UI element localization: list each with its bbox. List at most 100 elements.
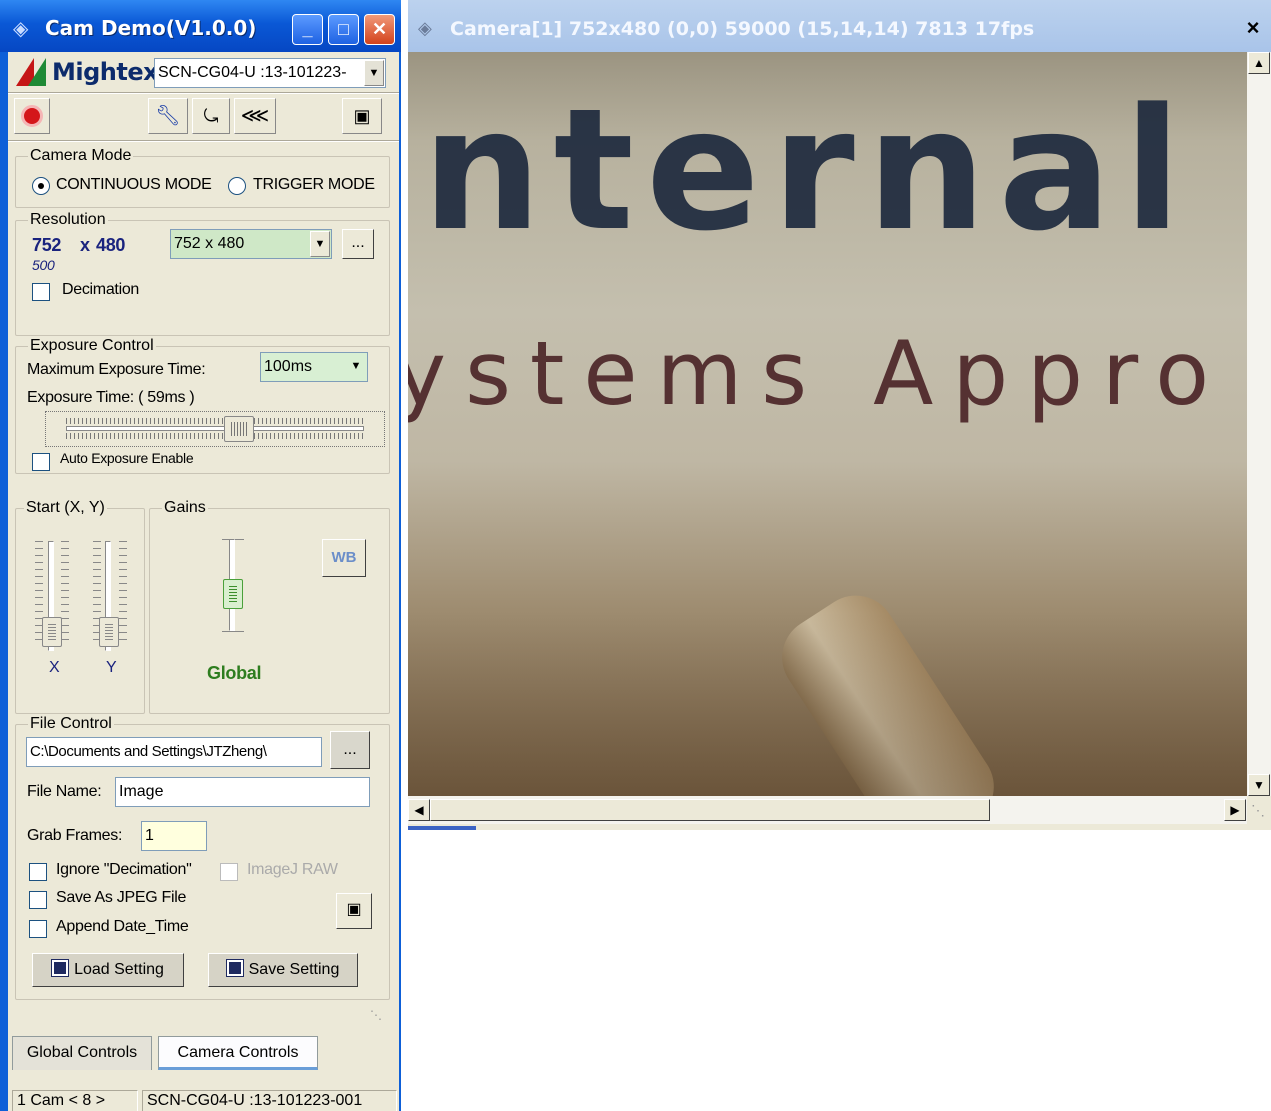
tab-global-controls[interactable]: Global Controls [12, 1036, 152, 1070]
file-control-group: File Control C:\Documents and Settings\J… [15, 715, 390, 1000]
control-window: ◈ Cam Demo(V1.0.0) _ □ ✕ Mightex SCN-CG0… [0, 0, 401, 1111]
chevron-down-icon[interactable]: ▼ [346, 354, 366, 380]
resize-grip-icon[interactable]: ⋱ [370, 1008, 382, 1022]
scroll-down-icon[interactable]: ▼ [1248, 774, 1270, 796]
image-text-internal: nternal [422, 72, 1194, 268]
wrench-icon: 🔧︎ [155, 105, 181, 127]
settings-tool-button[interactable]: 🔧︎ [148, 98, 188, 134]
max-exposure-value: 100ms [264, 358, 313, 375]
device-select[interactable]: SCN-CG04-U :13-101223- ▼ [154, 58, 386, 88]
camera-app-icon: ◈ [13, 18, 29, 40]
display-tool-button[interactable]: ▣ [342, 98, 382, 134]
tab-bar: Global Controls Camera Controls [12, 1036, 395, 1070]
resolution-more-button[interactable]: ... [342, 229, 374, 259]
grab-frames-label: Grab Frames: [27, 827, 123, 844]
image-text-systems: ystems Appro [408, 322, 1229, 425]
camera-mode-caption: Camera Mode [28, 147, 134, 165]
exposure-time-label: Exposure Time: ( 59ms ) [27, 389, 195, 406]
camera-window: ◈ Camera[1] 752x480 (0,0) 59000 (15,14,1… [408, 0, 1271, 830]
start-xy-caption: Start (X, Y) [24, 499, 107, 517]
auto-exposure-checkbox[interactable] [32, 453, 50, 471]
start-y-slider[interactable] [99, 617, 119, 647]
grab-frames-field[interactable]: 1 [141, 821, 207, 851]
probe-tool-button[interactable]: ⤿ [192, 98, 230, 134]
decimation-label[interactable]: Decimation [62, 281, 139, 299]
resolution-sub: 500 [32, 257, 55, 273]
vertical-scrollbar[interactable]: ▲ ▼ [1247, 52, 1271, 796]
scroll-up-icon[interactable]: ▲ [1248, 52, 1270, 74]
exposure-caption: Exposure Control [28, 337, 156, 355]
file-name-label: File Name: [27, 783, 102, 800]
resolution-x: x [80, 235, 90, 255]
tree-icon: ⋘ [240, 105, 270, 127]
resize-grip-icon[interactable]: ⋱ [1251, 802, 1265, 819]
maximize-button[interactable]: □ [328, 14, 359, 45]
global-gain-slider[interactable] [223, 579, 243, 609]
camera-window-title: Camera[1] 752x480 (0,0) 59000 (15,14,14)… [450, 18, 1035, 40]
continuous-mode-radio[interactable] [32, 177, 50, 195]
append-date-time-label[interactable]: Append Date_Time [56, 918, 189, 936]
resolution-select[interactable]: 752 x 480 ▼ [170, 229, 332, 259]
start-y-label: Y [106, 659, 117, 676]
camera-live-view[interactable]: nternal ystems Appro [408, 52, 1247, 796]
white-balance-button[interactable]: WB [322, 539, 366, 577]
chevron-down-icon[interactable]: ▼ [310, 231, 330, 257]
resolution-caption: Resolution [28, 211, 108, 229]
ignore-decimation-label[interactable]: Ignore "Decimation" [56, 861, 192, 879]
load-setting-label: Load Setting [74, 961, 164, 978]
save-jpeg-checkbox[interactable] [29, 891, 47, 909]
chevron-down-icon[interactable]: ▼ [364, 60, 384, 86]
save-setting-button[interactable]: Save Setting [208, 953, 358, 987]
trigger-mode-label[interactable]: TRIGGER MODE [253, 176, 375, 194]
horizontal-scrollbar[interactable]: ◀ ▶ [408, 796, 1247, 824]
camera-app-icon: ◈ [418, 18, 432, 38]
save-jpeg-label[interactable]: Save As JPEG File [56, 889, 186, 907]
scroll-left-icon[interactable]: ◀ [408, 799, 430, 821]
save-setting-label: Save Setting [248, 961, 340, 978]
floppy-icon [225, 959, 244, 977]
camera-count-status: 1 Cam < 8 > [12, 1090, 138, 1111]
scroll-right-icon[interactable]: ▶ [1224, 799, 1246, 821]
exposure-slider[interactable] [45, 411, 385, 447]
auto-exposure-label[interactable]: Auto Exposure Enable [60, 450, 194, 466]
resolution-width: 752 [32, 235, 62, 255]
control-panel: Mightex SCN-CG04-U :13-101223- ▼ 🔧︎ ⤿ ⋘ … [8, 52, 399, 1111]
trigger-mode-radio[interactable] [228, 177, 246, 195]
continuous-mode-label[interactable]: CONTINUOUS MODE [56, 176, 212, 194]
close-button[interactable]: ✕ [364, 14, 395, 45]
imagej-raw-checkbox[interactable] [220, 863, 238, 881]
file-control-caption: File Control [28, 715, 114, 733]
resolution-select-value: 752 x 480 [174, 235, 245, 252]
browse-path-button[interactable]: ... [330, 731, 370, 769]
ignore-decimation-checkbox[interactable] [29, 863, 47, 881]
control-window-title: Cam Demo(V1.0.0) [45, 16, 257, 40]
tree-tool-button[interactable]: ⋘ [234, 98, 276, 134]
file-path-field[interactable]: C:\Documents and Settings\JTZheng\ [26, 737, 322, 767]
record-icon [21, 105, 43, 127]
imagej-raw-label: ImageJ RAW [247, 861, 338, 878]
global-gain-label: Global [207, 663, 262, 683]
control-title-bar[interactable]: ◈ Cam Demo(V1.0.0) _ □ ✕ [0, 0, 401, 52]
exposure-slider-thumb[interactable] [224, 416, 254, 442]
tab-camera-controls[interactable]: Camera Controls [158, 1036, 318, 1070]
camera-title-bar[interactable]: ◈ Camera[1] 752x480 (0,0) 59000 (15,14,1… [408, 0, 1271, 52]
device-select-value: SCN-CG04-U :13-101223- [158, 64, 347, 81]
start-x-slider[interactable] [42, 617, 62, 647]
start-xy-group: Start (X, Y) X Y [15, 499, 145, 714]
camera-mode-group: Camera Mode CONTINUOUS MODE TRIGGER MODE [15, 147, 390, 208]
resolution-group: Resolution 752 x 480 500 752 x 480 ▼ ...… [15, 211, 390, 336]
camera-icon: ▣ [346, 901, 362, 918]
horizontal-scroll-thumb[interactable] [430, 799, 990, 821]
record-button[interactable] [14, 98, 50, 134]
file-name-field[interactable]: Image [115, 777, 370, 807]
probe-icon: ⤿ [203, 106, 219, 126]
max-exposure-label: Maximum Exposure Time: [27, 361, 206, 378]
append-date-time-checkbox[interactable] [29, 920, 47, 938]
monitor-icon: ▣ [353, 106, 371, 126]
minimize-button[interactable]: _ [292, 14, 323, 45]
max-exposure-select[interactable]: 100ms ▼ [260, 352, 368, 382]
load-setting-button[interactable]: Load Setting [32, 953, 184, 987]
close-icon[interactable]: × [1241, 16, 1265, 42]
decimation-checkbox[interactable] [32, 283, 50, 301]
capture-button[interactable]: ▣ [336, 893, 372, 929]
